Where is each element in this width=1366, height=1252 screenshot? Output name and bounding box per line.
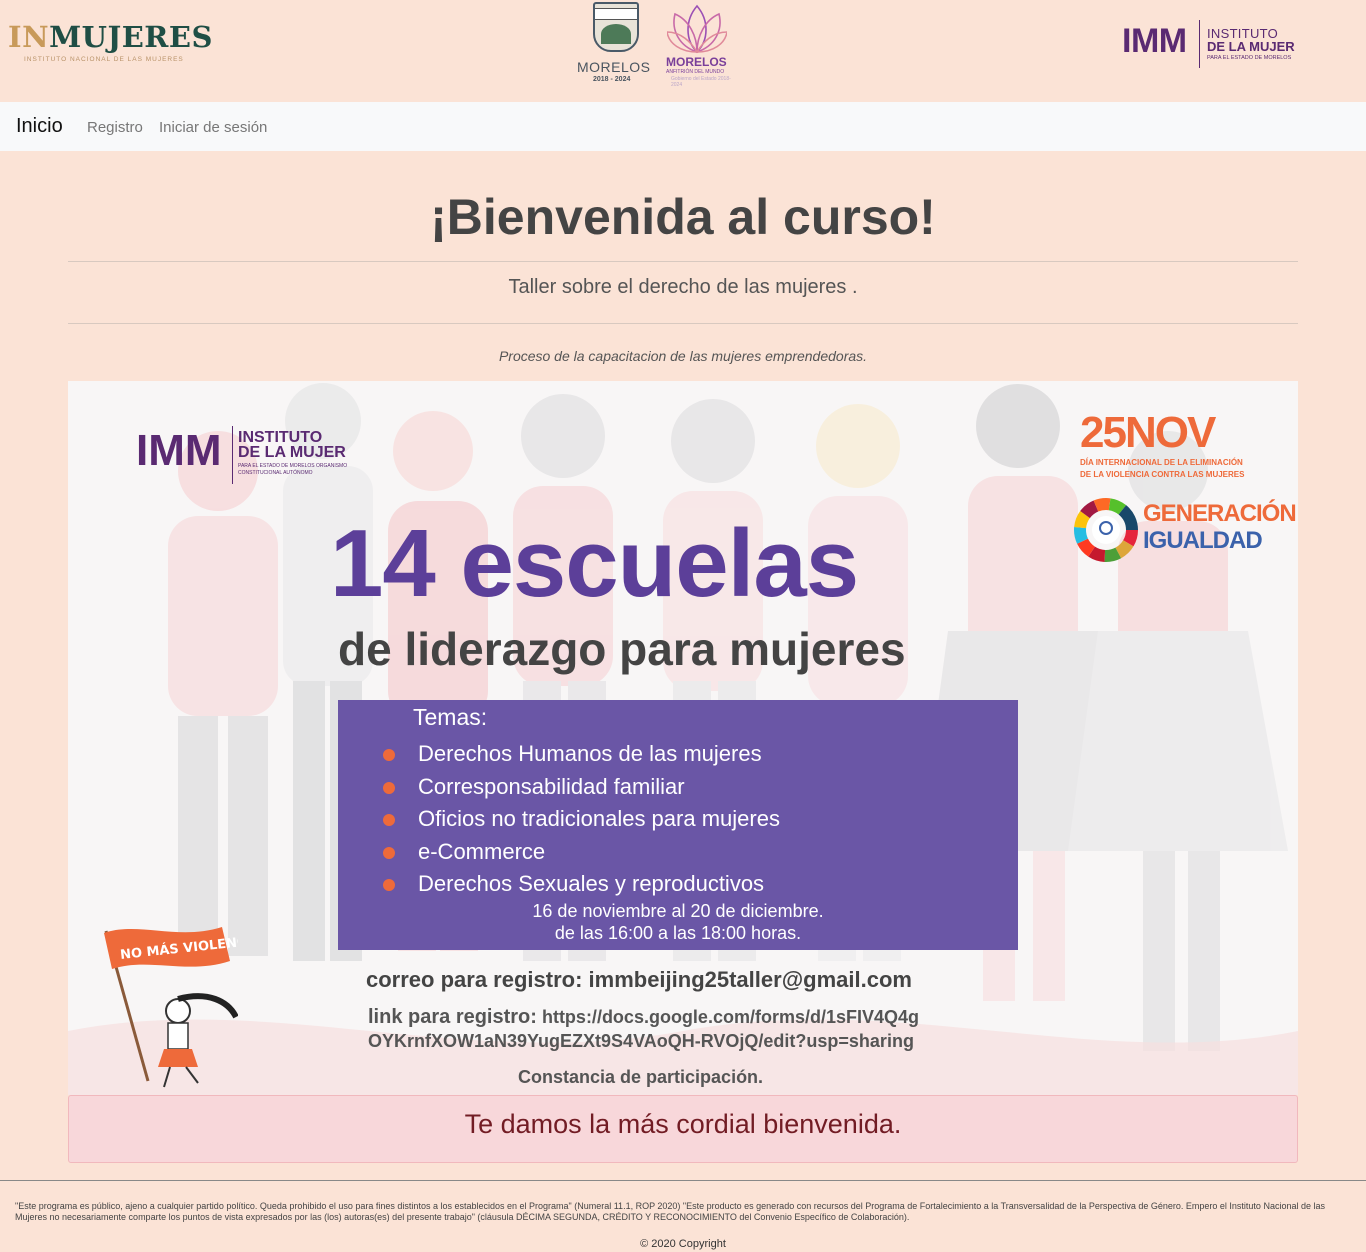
- registration-link-url1: https://docs.google.com/forms/d/1sFIV4Q4…: [541, 1007, 920, 1027]
- imm-logo-line3: PARA EL ESTADO DE MORELOS: [1207, 55, 1292, 61]
- topics-label: Temas:: [413, 704, 488, 730]
- course-subtitle: Taller sobre el derecho de las mujeres .: [508, 276, 858, 298]
- inmujeres-logo-in: IN: [8, 20, 50, 54]
- topic-label: Oficios no tradicionales para mujeres: [418, 806, 780, 831]
- inmujeres-logo-subtitle: INSTITUTO NACIONAL DE LAS MUJERES: [24, 56, 184, 63]
- bullet-icon: [383, 814, 395, 826]
- morelos-years: 2018 - 2024: [593, 76, 631, 83]
- page-title: ¡Bienvenida al curso!: [430, 189, 936, 245]
- morelos-tagline: ANFITRIÓN DEL MUNDO: [666, 69, 725, 75]
- participation-certificate: Constancia de participación.: [518, 1067, 764, 1087]
- lotus-icon: [667, 4, 727, 54]
- divider: [68, 261, 1298, 262]
- welcome-alert-text: Te damos la más cordial bienvenida.: [464, 1109, 902, 1139]
- navbar: Inicio Registro Iniciar de sesión: [0, 102, 1366, 151]
- imm-logo: IMM INSTITUTO DE LA MUJER PARA EL ESTADO…: [1122, 18, 1322, 70]
- footer-copyright: © 2020 Copyright: [640, 1238, 726, 1250]
- inmujeres-logo-rest: MUJERES: [49, 20, 213, 54]
- morelos-shield-icon: [593, 2, 639, 52]
- header: INMUJERES INSTITUTO NACIONAL DE LAS MUJE…: [0, 0, 1366, 102]
- course-flyer-image: IMM INSTITUTO DE LA MUJER PARA EL ESTADO…: [68, 381, 1298, 1095]
- 25nov-line1: DÍA INTERNACIONAL DE LA ELIMINACIÓN: [1080, 458, 1243, 467]
- morelos-name: MORELOS: [577, 59, 651, 75]
- registration-email: correo para registro: immbeijing25taller…: [366, 967, 912, 992]
- topic-item: e-Commerce: [383, 836, 780, 869]
- footer-disclaimer: "Este programa es público, ajeno a cualq…: [15, 1201, 1325, 1222]
- topic-label: Corresponsabilidad familiar: [418, 773, 685, 799]
- flyer-imm-line2: DE LA MUJER: [238, 444, 346, 461]
- morelos-brand-name: MORELOS: [666, 55, 727, 69]
- bullet-icon: [383, 749, 395, 761]
- topics-box: Temas: Derechos Humanos de las mujeres C…: [338, 700, 1018, 950]
- divider: [68, 323, 1298, 324]
- welcome-alert: Te damos la más cordial bienvenida.: [68, 1095, 1298, 1163]
- topic-label: Derechos Sexuales y reproductivos: [418, 871, 765, 896]
- registration-link-url2: OYKrnfXOW1aN39YugEZXt9S4VAoQH-RVOjQ/edit…: [368, 1031, 914, 1051]
- course-dates-line2: de las 16:00 a las 18:00 horas.: [554, 923, 802, 943]
- registration-link: link para registro: https://docs.google.…: [368, 1005, 1008, 1053]
- topics-list: Derechos Humanos de las mujeres Correspo…: [383, 738, 780, 901]
- bullet-icon: [383, 846, 395, 859]
- morelos-government-years: Gobierno del Estado 2018-2024: [671, 76, 731, 88]
- topic-item: Derechos Sexuales y reproductivos: [383, 868, 780, 901]
- imm-logo-line2: DE LA MUJER: [1207, 39, 1295, 54]
- topic-item: Corresponsabilidad familiar: [383, 771, 780, 804]
- nav-link-registro[interactable]: Registro: [87, 119, 143, 136]
- no-mas-violencia-flag-icon: NO MÁS VIOLENCIA: [104, 927, 238, 1088]
- 25nov-title: 25NOV: [1080, 408, 1216, 457]
- flyer-headline: 14 escuelas: [330, 510, 859, 617]
- course-description: Proceso de la capacitacion de las mujere…: [498, 348, 868, 364]
- registration-link-label: link para registro:: [368, 1006, 537, 1028]
- flyer-imm-line3: PARA EL ESTADO DE MORELOS ORGANISMO CONS…: [238, 463, 348, 476]
- bullet-icon: [383, 781, 395, 794]
- course-dates: 16 de noviembre al 20 de diciembre. de l…: [338, 900, 1018, 944]
- 25nov-logo: 25NOV DÍA INTERNACIONAL DE LA ELIMINACIÓ…: [1080, 411, 1280, 481]
- topic-label: Derechos Humanos de las mujeres: [418, 741, 762, 766]
- generacion-igualdad-logo: GENERACIÓN IGUALDAD: [1073, 497, 1297, 567]
- topic-label: e-Commerce: [418, 838, 546, 864]
- generacion-line1: GENERACIÓN: [1143, 500, 1297, 527]
- course-dates-line1: 16 de noviembre al 20 de diciembre.: [532, 901, 824, 921]
- generacion-line2: IGUALDAD: [1143, 527, 1263, 554]
- sdg-wheel-icon: [1074, 498, 1138, 562]
- footer-divider: [0, 1180, 1366, 1181]
- nav-brand-inicio[interactable]: Inicio: [16, 115, 63, 138]
- bullet-icon: [383, 879, 395, 891]
- topic-item: Derechos Humanos de las mujeres: [383, 738, 780, 771]
- 25nov-line2: DE LA VIOLENCIA CONTRA LAS MUJERES: [1080, 470, 1245, 479]
- inmujeres-logo: INMUJERES INSTITUTO NACIONAL DE LAS MUJE…: [8, 20, 213, 63]
- morelos-logos: MORELOS 2018 - 2024 MORELOS ANFITRIÓN DE…: [575, 0, 735, 90]
- flyer-imm-logo: IMM INSTITUTO DE LA MUJER PARA EL ESTADO…: [136, 426, 356, 486]
- flyer-imm-acronym: IMM: [136, 426, 222, 475]
- nav-link-iniciar-sesion[interactable]: Iniciar de sesión: [159, 119, 267, 136]
- topic-item: Oficios no tradicionales para mujeres: [383, 803, 780, 836]
- imm-logo-acronym: IMM: [1122, 22, 1187, 60]
- flyer-subheadline: de liderazgo para mujeres: [338, 623, 906, 675]
